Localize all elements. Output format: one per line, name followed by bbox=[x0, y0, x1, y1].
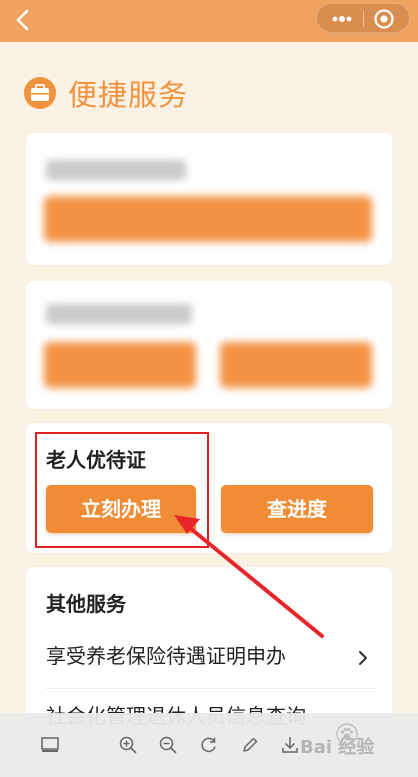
other-services-title: 其他服务 bbox=[46, 592, 126, 616]
briefcase-icon bbox=[24, 77, 56, 109]
chevron-right-icon bbox=[359, 651, 367, 665]
zoom-out-icon[interactable] bbox=[158, 735, 178, 755]
download-icon[interactable] bbox=[280, 735, 300, 755]
annotation-highlight-box bbox=[35, 432, 209, 548]
edit-icon[interactable] bbox=[240, 735, 260, 755]
layout-icon[interactable] bbox=[40, 735, 60, 755]
top-navigation-bar bbox=[0, 0, 418, 42]
more-dots-icon[interactable] bbox=[327, 8, 357, 30]
blurred-action-button[interactable] bbox=[220, 342, 372, 388]
blurred-label bbox=[46, 304, 192, 324]
capsule-divider bbox=[363, 11, 364, 27]
check-progress-button[interactable]: 查进度 bbox=[221, 485, 373, 533]
back-arrow-icon[interactable] bbox=[10, 6, 38, 34]
mini-program-close-icon[interactable] bbox=[371, 7, 397, 31]
blurred-label bbox=[46, 160, 186, 180]
rotate-icon[interactable] bbox=[199, 735, 219, 755]
service-row-pension-certificate[interactable]: 享受养老保险待遇证明申办 bbox=[46, 642, 286, 670]
section-title: 便捷服务 bbox=[68, 78, 189, 112]
zoom-in-icon[interactable] bbox=[118, 735, 138, 755]
blurred-action-button[interactable] bbox=[44, 196, 372, 242]
paw-logo-icon bbox=[336, 723, 358, 745]
row-divider bbox=[46, 688, 376, 689]
blurred-action-button[interactable] bbox=[44, 342, 196, 388]
mini-program-capsule bbox=[316, 3, 410, 33]
